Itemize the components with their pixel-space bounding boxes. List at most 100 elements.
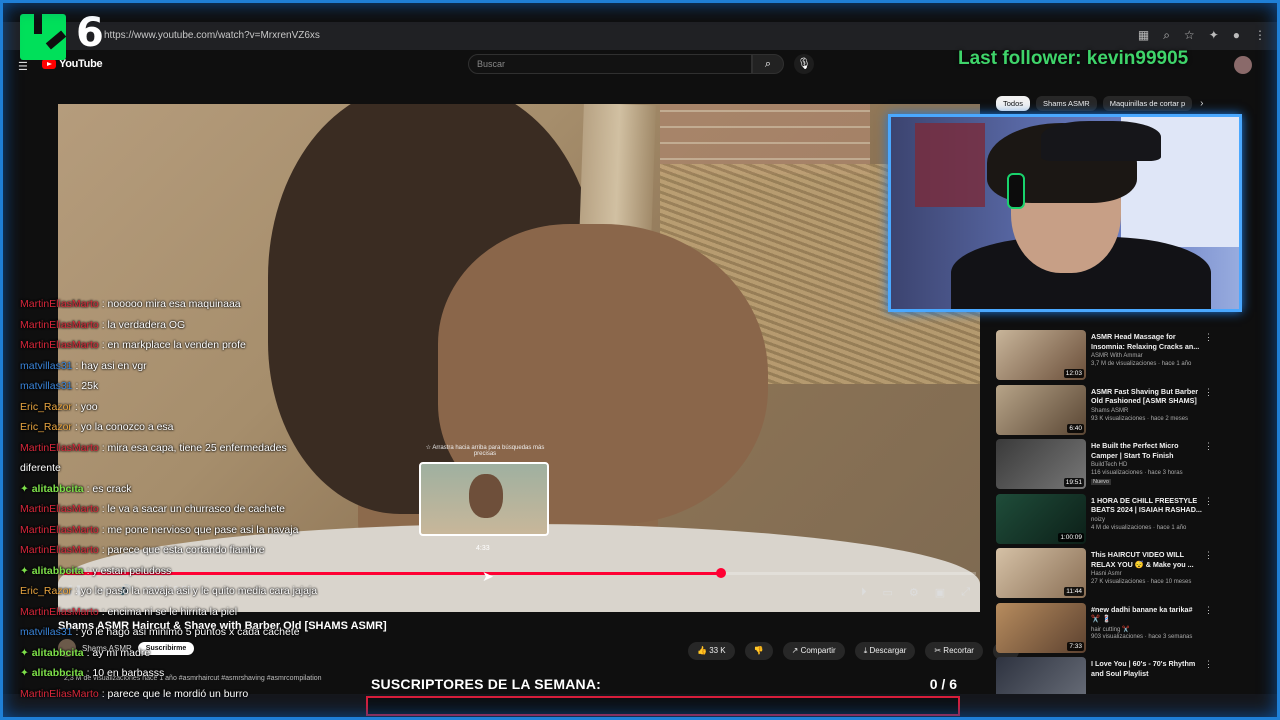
apps-icon[interactable]: ▦ (1138, 28, 1149, 43)
chat-separator: : (71, 585, 81, 597)
recommendation-channel[interactable]: hair cutting ✂️ (1091, 626, 1130, 633)
recommendation-item[interactable]: 12:03 ASMR Head Massage for Insomnia: Rel… (996, 330, 1218, 385)
search-icon[interactable]: ⌕ (752, 54, 784, 74)
more-options-icon[interactable]: ⋮ (1204, 332, 1213, 343)
recommendation-thumbnail[interactable]: 12:03 (996, 330, 1086, 380)
menu-icon[interactable]: ⋮ (1254, 28, 1266, 43)
chat-username[interactable]: MartinEliasMarto (20, 524, 99, 536)
player-controls-right: ⏵ ▭ ⚙ ▣ ⤢ (861, 586, 970, 599)
chevron-right-icon[interactable]: › (1198, 96, 1205, 111)
chat-username[interactable]: alitabbcita (32, 565, 84, 577)
preview-face (469, 474, 503, 518)
chat-username[interactable]: alitabbcita (32, 667, 84, 679)
recommendation-channel[interactable]: BuildTech HD (1091, 462, 1127, 468)
subtitles-icon[interactable]: ▭ (883, 586, 893, 599)
chat-username[interactable]: MartinEliasMarto (20, 339, 99, 351)
recommendation-title[interactable]: 1 HORA DE CHILL FREESTYLE BEATS 2024 | I… (1091, 496, 1203, 515)
recommendation-title[interactable]: He Built the Perfect Micro Camper | Star… (1091, 441, 1203, 460)
chat-text: yo le hago asi minimo 5 puntos x cada ca… (81, 626, 300, 638)
new-badge: Nuevo (1091, 479, 1111, 485)
recommendations-list: 12:03 ASMR Head Massage for Insomnia: Rel… (996, 330, 1218, 712)
more-options-icon[interactable]: ⋮ (1204, 387, 1213, 398)
more-options-icon[interactable]: ⋮ (1204, 496, 1213, 507)
miniplayer-icon[interactable]: ▣ (935, 586, 945, 599)
recommendation-item[interactable]: 7:33 #new dadhi banane ka tarika# ✂️ 💈 hai… (996, 602, 1218, 658)
fullscreen-icon[interactable]: ⤢ (961, 586, 970, 599)
recommendation-thumbnail[interactable]: 11:44 (996, 548, 1086, 598)
microphone-icon[interactable]: 🎙 (794, 54, 814, 74)
chat-username[interactable]: Eric_Razor (20, 421, 72, 433)
chat-separator: : (98, 544, 108, 556)
address-bar[interactable]: https://www.youtube.com/watch?v=MrxrenVZ… (104, 30, 320, 41)
chat-username[interactable]: Eric_Razor (20, 401, 72, 413)
chat-message: MartinEliasMarto : en markplace la vende… (20, 335, 400, 356)
search-input[interactable]: Buscar (468, 54, 752, 74)
recommendation-channel[interactable]: ASMR With Ammar (1091, 353, 1143, 359)
chat-username[interactable]: alitabbcita (32, 483, 84, 495)
recommendation-title[interactable]: #new dadhi banane ka tarika# ✂️ 💈 (1091, 605, 1203, 624)
chip-shams-asmr[interactable]: Shams ASMR (1036, 96, 1097, 111)
chat-separator: : (98, 503, 108, 515)
recommendation-channel[interactable]: Shams ASMR (1091, 408, 1128, 414)
chat-username[interactable]: MartinEliasMarto (20, 503, 99, 515)
chat-text: ay mi madre (92, 646, 151, 659)
recommendation-thumbnail[interactable]: 1:00:09 (996, 493, 1086, 544)
more-options-icon[interactable]: ⋮ (1204, 550, 1213, 561)
stream-chat: MartinEliasMarto : nooooo mira esa maqui… (20, 294, 400, 704)
recommendation-meta: 903 visualizaciones · hace 3 semanas (1091, 633, 1193, 640)
recommendation-thumbnail[interactable]: 19:51 (996, 439, 1086, 489)
recommendation-channel[interactable]: noizy (1091, 517, 1105, 523)
progress-knob[interactable] (715, 568, 726, 578)
chat-username[interactable]: matvillas31 (20, 626, 73, 638)
recommendation-item[interactable]: 1:00:09 1 HORA DE CHILL FREESTYLE BEATS 2… (996, 493, 1218, 549)
clip-button[interactable]: ✂ Recortar (925, 642, 983, 660)
profile-icon[interactable]: ● (1233, 28, 1240, 43)
subscriber-badge-icon: ✦ (20, 564, 32, 577)
recommendation-title[interactable]: This HAIRCUT VIDEO WILL RELAX YOU 😴 & Ma… (1091, 550, 1203, 569)
recommendation-thumbnail[interactable]: 7:33 (996, 602, 1086, 653)
recommendation-title[interactable]: ASMR Head Massage for Insomnia: Relaxing… (1091, 332, 1203, 351)
more-options-icon[interactable]: ⋮ (1204, 659, 1213, 670)
recommendation-title[interactable]: ASMR Fast Shaving But Barber Old Fashion… (1091, 387, 1203, 406)
recommendation-channel[interactable]: Hasni Asmr (1091, 571, 1122, 577)
chat-username[interactable]: alitabbcita (32, 647, 84, 659)
recommendation-thumbnail[interactable]: 6:40 (996, 384, 1086, 435)
chip-todos[interactable]: Todos (996, 96, 1031, 111)
chat-username[interactable]: MartinEliasMarto (20, 606, 99, 618)
dislike-button[interactable]: 👎 (744, 642, 773, 660)
chat-text: nooooo mira esa maquinaaa (107, 298, 241, 310)
recommendation-item[interactable]: 6:40 ASMR Fast Shaving But Barber Old Fas… (996, 384, 1218, 440)
chat-message: ✦ alitabbcita : 10 en barbasss (20, 663, 400, 684)
more-options-icon[interactable]: ⋮ (1204, 441, 1213, 452)
chat-separator: : (72, 380, 82, 392)
recommendation-item[interactable]: 19:51 He Built the Perfect Micro Camper |… (996, 439, 1218, 494)
chat-username[interactable]: matvillas31 (20, 380, 73, 392)
k-logo-cut (34, 14, 42, 34)
recommendation-item[interactable]: 11:44 This HAIRCUT VIDEO WILL RELAX YOU 😴… (996, 548, 1218, 603)
zoom-icon[interactable]: ⌕ (1163, 28, 1170, 43)
chat-separator: : (98, 605, 108, 618)
chat-username[interactable]: Eric_Razor (20, 585, 72, 597)
chat-username[interactable]: MartinEliasMarto (20, 319, 99, 331)
recommendation-title[interactable]: I Love You | 60's - 70's Rhythm and Soul… (1091, 659, 1203, 678)
share-button[interactable]: ↗ Compartir (782, 642, 845, 660)
account-avatar[interactable] (1234, 56, 1252, 74)
settings-gear-icon[interactable]: ⚙ (909, 586, 919, 599)
channel-logo: 6 (14, 6, 118, 62)
chip-maquinillas[interactable]: Maquinillas de cortar p (1102, 96, 1193, 111)
autoplay-toggle-icon[interactable]: ⏵ (861, 586, 867, 599)
chat-username[interactable]: MartinEliasMarto (20, 544, 99, 556)
chat-separator: : (71, 421, 81, 433)
chat-username[interactable]: MartinEliasMarto (20, 688, 99, 700)
extensions-icon[interactable]: ✦ (1209, 28, 1219, 43)
more-options-icon[interactable]: ⋮ (1204, 605, 1213, 616)
chat-username[interactable]: MartinEliasMarto (20, 442, 99, 454)
star-icon[interactable]: ☆ (1184, 28, 1195, 43)
chat-username[interactable]: matvillas31 (20, 360, 73, 372)
chat-username[interactable]: MartinEliasMarto (20, 298, 99, 310)
chat-text: hay asi en vgr (81, 359, 147, 372)
chat-text: diferente (20, 462, 61, 474)
like-button[interactable]: 👍 33 K (688, 642, 735, 660)
download-button[interactable]: ⤓ Descargar (854, 642, 916, 660)
chat-message: MartinEliasMarto : me pone nervioso que … (20, 520, 400, 541)
